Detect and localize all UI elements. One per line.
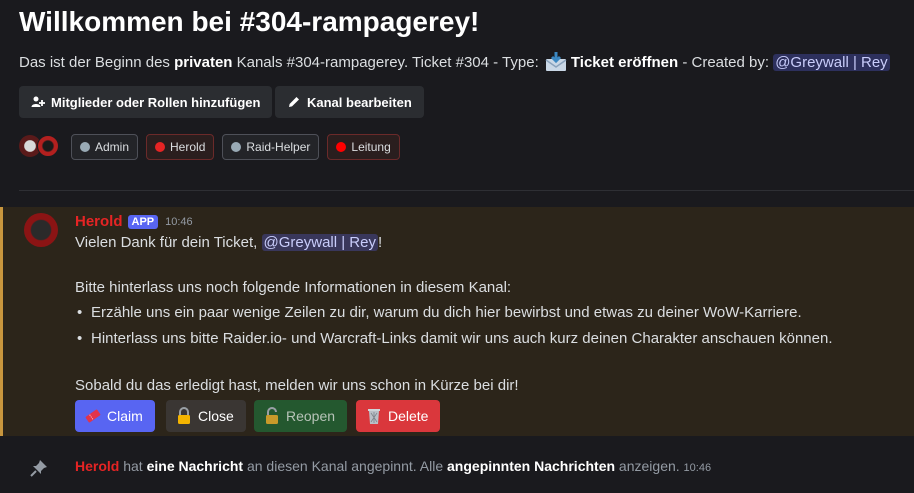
subtitle-ticket-type: Ticket eröffnen <box>570 53 679 71</box>
pinned-message-link[interactable]: eine Nachricht <box>147 458 243 474</box>
close-button[interactable]: Close <box>166 400 246 432</box>
role-label: Leitung <box>351 140 391 154</box>
message-greeting: Vielen Dank für dein Ticket, @Greywall |… <box>75 234 382 251</box>
add-members-button[interactable]: Mitglieder oder Rollen hinzufügen <box>19 86 273 118</box>
role-pill-raid-helper[interactable]: Raid-Helper <box>222 134 320 160</box>
edit-channel-label: Kanal bearbeiten <box>307 94 412 110</box>
member-avatars[interactable] <box>19 133 63 161</box>
list-item: Hinterlass uns bitte Raider.io- und Warc… <box>77 330 832 347</box>
channel-welcome-subtitle: Das ist der Beginn des privaten Kanals #… <box>19 52 890 72</box>
pin-icon <box>30 460 47 477</box>
pin-notice: Herold hat eine Nachricht an diesen Kana… <box>75 458 711 474</box>
role-color-dot <box>336 142 347 152</box>
avatar <box>37 135 59 157</box>
pin-author[interactable]: Herold <box>75 458 119 474</box>
role-label: Herold <box>170 140 206 154</box>
user-mention[interactable]: @Greywall | Rey <box>261 234 378 251</box>
role-pill-admin[interactable]: Admin <box>71 134 139 160</box>
bot-message: Herold APP 10:46 Vielen Dank für dein Ti… <box>0 207 914 436</box>
reopen-button[interactable]: Reopen <box>254 400 348 432</box>
divider <box>19 190 914 191</box>
add-member-icon <box>31 96 45 107</box>
pin-text: hat <box>119 458 147 474</box>
unlock-icon <box>266 407 278 424</box>
add-members-label: Mitglieder oder Rollen hinzufügen <box>51 94 261 110</box>
pin-timestamp: 10:46 <box>683 462 712 474</box>
pin-text: an diesen Kanal angepinnt. Alle <box>243 458 448 474</box>
system-pin-message: Herold hat eine Nachricht an diesen Kana… <box>0 455 914 479</box>
role-color-dot <box>155 142 166 152</box>
pinned-messages-link[interactable]: angepinnten Nachrichten <box>447 458 615 474</box>
pencil-icon <box>289 97 299 107</box>
role-pill-leitung[interactable]: Leitung <box>327 134 400 160</box>
role-label: Admin <box>95 140 130 154</box>
message-author[interactable]: Herold <box>75 213 123 230</box>
message-closing: Sobald du das erledigt hast, melden wir … <box>75 377 519 394</box>
role-color-dot <box>80 142 90 152</box>
list-item: Erzähle uns ein paar wenige Zeilen zu di… <box>77 304 802 321</box>
claim-button[interactable]: Claim <box>75 400 155 432</box>
subtitle-prefix: Das ist der Beginn des <box>19 53 175 71</box>
pin-text: anzeigen. <box>615 458 684 474</box>
channel-members-roles: Admin Herold Raid-Helper Leitung <box>19 133 400 161</box>
message-instructions: Bitte hinterlass uns noch folgende Infor… <box>75 279 512 296</box>
delete-label: Delete <box>388 408 429 424</box>
role-label: Raid-Helper <box>246 140 311 154</box>
wastebasket-icon <box>368 409 380 424</box>
greeting-prefix: Vielen Dank für dein Ticket, <box>75 234 262 251</box>
role-pill-herold[interactable]: Herold <box>146 134 215 160</box>
message-timestamp: 10:46 <box>165 215 193 228</box>
claim-label: Claim <box>107 408 143 424</box>
close-label: Close <box>198 408 234 424</box>
edit-channel-button[interactable]: Kanal bearbeiten <box>275 86 424 118</box>
lock-icon <box>178 407 190 424</box>
subtitle-mid: Kanals #304-rampagerey. Ticket #304 - Ty… <box>232 53 543 71</box>
creator-mention[interactable]: @Greywall | Rey <box>773 53 890 71</box>
reopen-label: Reopen <box>286 408 336 424</box>
channel-welcome-title: Willkommen bei #304-rampagerey! <box>19 6 480 37</box>
ticket-icon <box>85 409 101 423</box>
greeting-suffix: ! <box>377 234 383 251</box>
app-badge: APP <box>127 214 159 229</box>
subtitle-created: - Created by: <box>678 53 774 71</box>
role-color-dot <box>231 142 242 152</box>
delete-button[interactable]: Delete <box>356 400 441 432</box>
avatar[interactable] <box>24 213 58 247</box>
envelope-with-arrow-icon <box>545 52 567 71</box>
message-header: Herold APP 10:46 <box>75 213 193 230</box>
subtitle-bold: privaten <box>174 53 233 71</box>
